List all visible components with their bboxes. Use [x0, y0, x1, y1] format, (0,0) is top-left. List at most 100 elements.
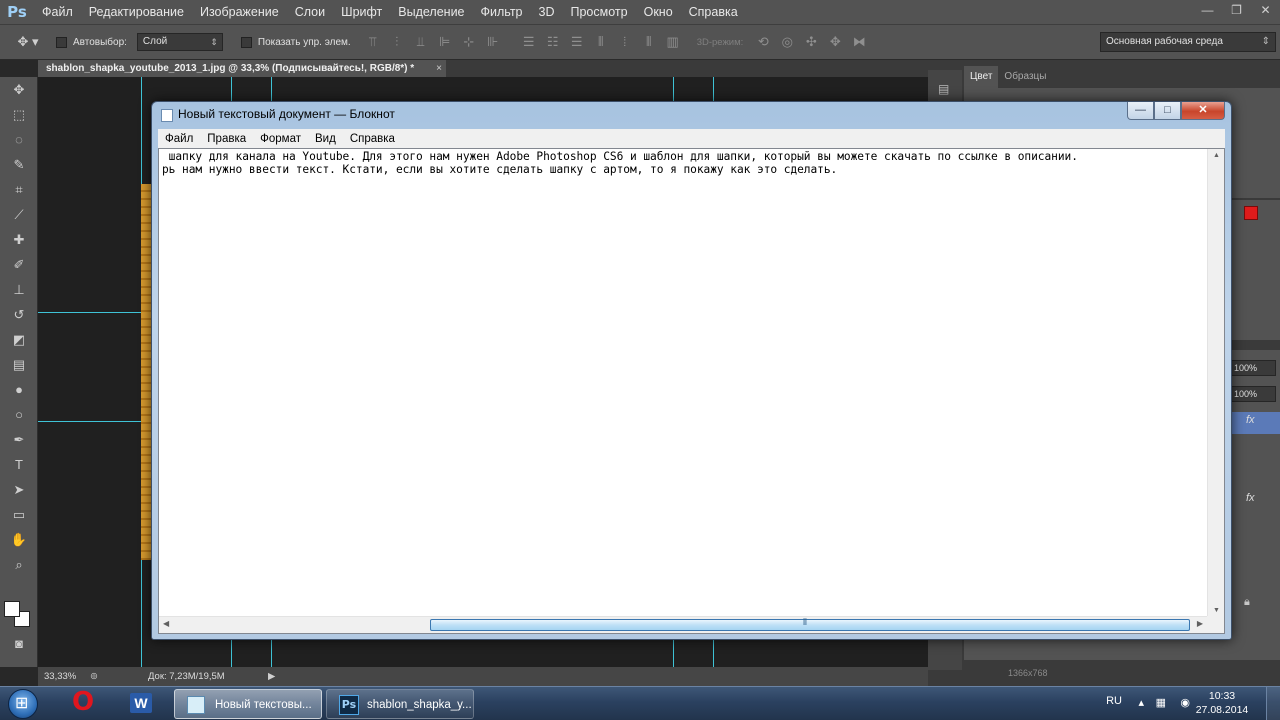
app-tray-icon[interactable]: ◉ — [1180, 696, 1190, 709]
marquee-tool-icon[interactable]: ⬚ — [0, 102, 38, 127]
opera-pinned-icon[interactable] — [64, 687, 104, 718]
workspace-dropdown[interactable]: Основная рабочая среда — [1100, 32, 1276, 52]
status-menu-arrow-icon[interactable]: ▶ — [268, 667, 275, 686]
roll-3d-icon[interactable]: ◎ — [775, 34, 799, 50]
distribute-vcenter-icon[interactable]: ☷ — [541, 34, 565, 50]
auto-select-checkbox[interactable] — [56, 36, 67, 48]
quick-select-tool-icon[interactable]: ✎ — [0, 152, 38, 177]
document-tab-close-icon[interactable]: × — [436, 60, 442, 77]
path-select-tool-icon[interactable]: ➤ — [0, 477, 38, 502]
stamp-tool-icon[interactable]: ⊥ — [0, 277, 38, 302]
notepad-text-area[interactable]: шапку для канала на Youtube. Для этого н… — [158, 148, 1225, 634]
layer-fx-icon-2[interactable]: fx — [1246, 492, 1255, 504]
scroll-up-icon[interactable]: ▲ — [1208, 152, 1225, 159]
np-menu-format[interactable]: Формат — [253, 133, 308, 145]
fill-field[interactable]: 100% — [1230, 386, 1276, 402]
notepad-close-button[interactable]: ✕ — [1181, 102, 1225, 120]
np-menu-file[interactable]: Файл — [158, 133, 200, 145]
auto-align-icon[interactable]: ▥ — [661, 34, 685, 50]
ps-restore-button[interactable]: ❐ — [1222, 0, 1251, 24]
align-left-icon[interactable]: ⊫ — [433, 34, 457, 50]
hand-tool-icon[interactable]: ✋ — [0, 527, 38, 552]
move-tool-icon[interactable]: ✥ — [0, 77, 38, 102]
ps-menu-image[interactable]: Изображение — [192, 0, 287, 24]
ps-menu-view[interactable]: Просмотр — [563, 0, 636, 24]
ps-menu-filter[interactable]: Фильтр — [473, 0, 531, 24]
ps-menu-window[interactable]: Окно — [636, 0, 681, 24]
ps-menu-help[interactable]: Справка — [681, 0, 746, 24]
start-button[interactable] — [8, 689, 38, 719]
scale-3d-icon[interactable]: ⧓ — [847, 34, 871, 50]
vertical-scrollbar[interactable]: ▲ ▼ — [1207, 149, 1224, 617]
status-share-icon[interactable]: ⊚ — [90, 667, 98, 686]
dodge-tool-icon[interactable]: ○ — [0, 402, 38, 427]
horizontal-scrollbar[interactable]: ◀ ▶ — [159, 616, 1207, 633]
tab-swatches[interactable]: Образцы — [998, 66, 1052, 88]
np-menu-view[interactable]: Вид — [308, 133, 343, 145]
align-top-icon[interactable]: ⫪ — [361, 34, 385, 50]
layer-fx-icon[interactable]: fx — [1246, 414, 1255, 426]
history-brush-tool-icon[interactable]: ↺ — [0, 302, 38, 327]
np-menu-edit[interactable]: Правка — [200, 133, 253, 145]
opacity-field[interactable]: 100% — [1230, 360, 1276, 376]
lock-icon[interactable]: 🔒︎ — [1244, 596, 1250, 609]
ps-menu-type[interactable]: Шрифт — [333, 0, 390, 24]
notepad-minimize-button[interactable]: — — [1127, 102, 1154, 120]
show-desktop-button[interactable] — [1266, 687, 1280, 720]
scroll-left-icon[interactable]: ◀ — [163, 619, 169, 628]
distribute-top-icon[interactable]: ☰ — [517, 34, 541, 50]
ps-close-button[interactable]: ✕ — [1251, 0, 1280, 24]
taskbar-notepad[interactable]: Новый текстовы... — [174, 689, 322, 719]
ps-menu-edit[interactable]: Редактирование — [81, 0, 192, 24]
zoom-level[interactable]: 33,33% — [44, 667, 76, 686]
network-icon[interactable]: ▦ — [1156, 696, 1166, 709]
eraser-tool-icon[interactable]: ◩ — [0, 327, 38, 352]
clock[interactable]: 10:33 27.08.2014 — [1194, 689, 1250, 717]
align-vcenter-icon[interactable]: ⫶ — [385, 34, 409, 50]
distribute-left-icon[interactable]: ⦀ — [589, 34, 613, 50]
lasso-tool-icon[interactable]: ◌ — [0, 127, 38, 152]
show-transform-checkbox[interactable] — [240, 36, 252, 48]
language-indicator[interactable]: RU — [1106, 695, 1122, 707]
ps-menu-file[interactable]: Файл — [34, 0, 81, 24]
pan-3d-icon[interactable]: ✣ — [799, 34, 823, 50]
horizontal-scroll-thumb[interactable] — [430, 617, 1190, 631]
foreground-color-swatch[interactable] — [4, 601, 20, 617]
ps-menu-select[interactable]: Выделение — [390, 0, 472, 24]
brush-tool-icon[interactable]: ✐ — [0, 252, 38, 277]
zoom-tool-icon[interactable]: ⌕ — [0, 552, 38, 577]
healing-brush-tool-icon[interactable]: ✚ — [0, 227, 38, 252]
crop-tool-icon[interactable]: ⌗ — [0, 177, 38, 202]
align-hcenter-icon[interactable]: ⊹ — [457, 34, 481, 50]
scroll-down-icon[interactable]: ▼ — [1208, 607, 1225, 614]
notepad-maximize-button[interactable]: □ — [1154, 102, 1181, 120]
slide-3d-icon[interactable]: ✥ — [823, 34, 847, 50]
shape-tool-icon[interactable]: ▭ — [0, 502, 38, 527]
taskbar-photoshop[interactable]: Ps shablon_shapka_y... — [326, 689, 474, 719]
pen-tool-icon[interactable]: ✒ — [0, 427, 38, 452]
ps-menu-3d[interactable]: 3D — [531, 0, 563, 24]
align-right-icon[interactable]: ⊪ — [481, 34, 505, 50]
rotate-3d-icon[interactable]: ⟲ — [751, 34, 775, 50]
word-pinned-icon[interactable] — [122, 690, 162, 718]
align-bottom-icon[interactable]: ⫫ — [409, 34, 433, 50]
notepad-app-icon[interactable] — [161, 109, 173, 122]
eyedropper-tool-icon[interactable]: ⟋ — [0, 202, 38, 227]
size-grip[interactable] — [1207, 616, 1224, 633]
distribute-hcenter-icon[interactable]: ⦙ — [613, 34, 637, 50]
color-swatches[interactable] — [4, 601, 34, 629]
gradient-tool-icon[interactable]: ▤ — [0, 352, 38, 377]
notepad-titlebar[interactable]: Новый текстовый документ — Блокнот — □ ✕ — [152, 102, 1231, 128]
tray-arrow-icon[interactable]: ▴ — [1138, 696, 1144, 709]
history-panel-icon[interactable]: ▤ — [938, 82, 949, 96]
move-tool-preset-icon[interactable]: ✥ ▾ — [0, 34, 56, 50]
tab-color[interactable]: Цвет — [964, 66, 999, 88]
document-tab[interactable]: shablon_shapka_youtube_2013_1.jpg @ 33,3… — [38, 60, 446, 77]
ps-menu-layers[interactable]: Слои — [287, 0, 333, 24]
notepad-content[interactable]: шапку для канала на Youtube. Для этого н… — [162, 150, 1078, 176]
auto-select-dropdown[interactable]: Слой — [136, 33, 223, 51]
scroll-right-icon[interactable]: ▶ — [1197, 619, 1203, 628]
blur-tool-icon[interactable]: ● — [0, 377, 38, 402]
ps-minimize-button[interactable]: — — [1193, 0, 1222, 24]
np-menu-help[interactable]: Справка — [343, 133, 402, 145]
